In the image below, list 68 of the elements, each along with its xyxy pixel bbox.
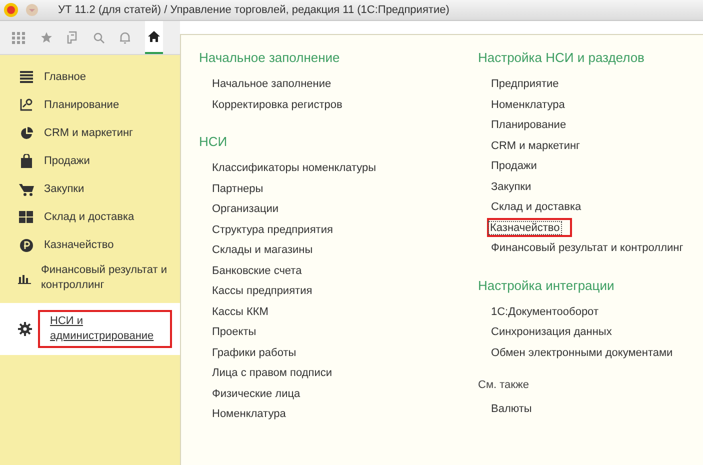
- sidebar-item-label: Закупки: [44, 182, 84, 196]
- home-icon: [148, 31, 160, 42]
- section-link[interactable]: Организации: [212, 202, 279, 216]
- settings-icon: [18, 322, 32, 336]
- section-link[interactable]: Склады и магазины: [212, 243, 313, 258]
- dropdown-icon[interactable]: [26, 4, 38, 16]
- sidebar-item-label: Продажи: [44, 154, 90, 168]
- section-link[interactable]: Физические лица: [212, 386, 300, 401]
- sidebar-item[interactable]: Финансовый результат и контроллинг: [0, 259, 180, 297]
- section-link[interactable]: Кассы предприятия: [212, 284, 312, 298]
- section-heading: НСИ: [199, 133, 228, 151]
- apps-grid-icon[interactable]: [12, 32, 26, 44]
- section-link[interactable]: Финансовый результат и контроллинг: [491, 241, 684, 256]
- section-link[interactable]: Банковские счета: [212, 264, 302, 278]
- section-link[interactable]: Номенклатура: [491, 98, 565, 112]
- section-link[interactable]: Классификаторы номенклатуры: [212, 161, 376, 176]
- blocks-icon: [19, 211, 33, 223]
- sidebar-item[interactable]: Планирование: [0, 91, 180, 119]
- section-link[interactable]: Структура предприятия: [212, 222, 333, 237]
- home-tab[interactable]: [145, 21, 163, 54]
- shopping-bag-icon: [20, 154, 32, 168]
- section-link[interactable]: Продажи: [491, 159, 537, 174]
- section-link[interactable]: 1С:Документооборот: [491, 304, 598, 319]
- section-heading: Начальное заполнение: [199, 49, 340, 67]
- bell-icon[interactable]: [119, 31, 131, 44]
- sidebar-item-label: Финансовый результат и контроллинг: [41, 263, 168, 293]
- sidebar-item[interactable]: Главное: [0, 63, 180, 91]
- section-link[interactable]: Графики работы: [212, 346, 296, 360]
- section-link[interactable]: Валюты: [491, 402, 532, 416]
- section-link[interactable]: Номенклатура: [212, 407, 286, 422]
- section-heading: Настройка интеграции: [478, 276, 614, 294]
- section-link[interactable]: Синхронизация данных: [491, 325, 612, 340]
- menu-lines-icon: [20, 71, 32, 83]
- section-heading: Настройка НСИ и разделов: [478, 49, 644, 67]
- sidebar-item[interactable]: Казначейство: [0, 231, 180, 259]
- section-link[interactable]: Планирование: [491, 118, 566, 132]
- sidebar-item-label: Главное: [44, 70, 86, 84]
- history-icon[interactable]: [67, 31, 79, 44]
- sidebar-item-label: Казначейство: [44, 238, 114, 252]
- app-logo-icon: [4, 3, 18, 17]
- section-link[interactable]: Казначейство: [488, 221, 562, 236]
- star-icon[interactable]: [40, 31, 53, 44]
- window-title: УТ 11.2 (для статей) / Управление торговлей, редакция 11 (1С:Предприятие): [58, 2, 450, 18]
- section-link[interactable]: CRM и маркетинг: [491, 138, 580, 153]
- chart-axis-icon: [19, 98, 33, 112]
- section-link[interactable]: Проекты: [212, 325, 256, 340]
- pie-chart-icon: [20, 126, 32, 140]
- section-link[interactable]: Начальное заполнение: [212, 77, 332, 92]
- shopping-cart-icon: [18, 182, 34, 196]
- section-link[interactable]: Корректировка регистров: [212, 98, 342, 112]
- sidebar-item[interactable]: Продажи: [0, 147, 180, 175]
- sidebar-item[interactable]: Закупки: [0, 175, 180, 203]
- see-also-heading: См. также: [478, 378, 529, 393]
- section-link[interactable]: Кассы ККМ: [212, 304, 268, 319]
- sidebar-item-label: CRM и маркетинг: [44, 126, 134, 140]
- section-link[interactable]: Склад и доставка: [491, 200, 582, 214]
- sidebar-item[interactable]: CRM и маркетинг: [0, 119, 180, 147]
- coin-icon: [20, 238, 32, 252]
- sidebar-item-label: Склад и доставка: [44, 210, 134, 224]
- section-link[interactable]: Обмен электронными документами: [491, 346, 673, 360]
- section-link[interactable]: Партнеры: [212, 182, 264, 196]
- section-link[interactable]: Лица с правом подписи: [212, 366, 332, 380]
- search-icon[interactable]: [93, 32, 105, 44]
- sidebar-item[interactable]: Склад и доставка: [0, 203, 180, 231]
- sidebar-item-label: Планирование: [44, 98, 120, 112]
- section-link[interactable]: Закупки: [491, 180, 532, 194]
- bar-chart-icon: [18, 272, 31, 284]
- section-link[interactable]: Предприятие: [491, 77, 559, 92]
